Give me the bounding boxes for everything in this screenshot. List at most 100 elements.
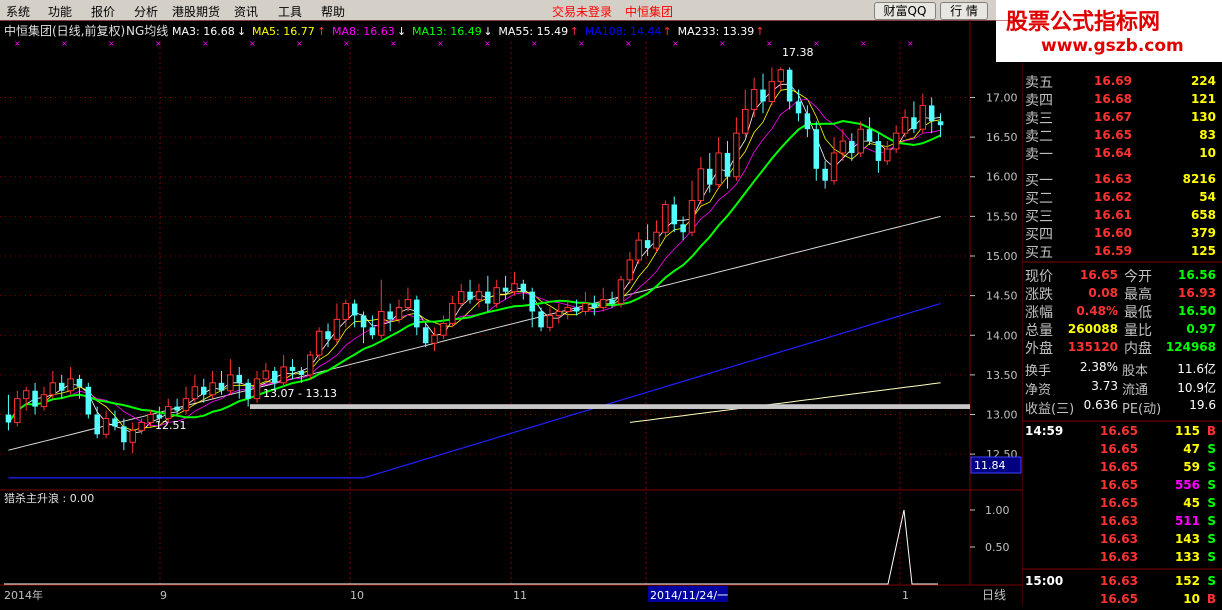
candle-body bbox=[653, 231, 660, 249]
candle-body bbox=[414, 299, 420, 328]
candle-body bbox=[395, 307, 403, 320]
candle-body bbox=[671, 204, 677, 225]
candle-body bbox=[786, 69, 793, 102]
candle-body bbox=[422, 327, 429, 344]
menu-help[interactable]: 帮助 bbox=[321, 3, 345, 20]
candle-body bbox=[387, 311, 393, 320]
menu-quote[interactable]: 报价 bbox=[91, 3, 115, 20]
buy-level: 买一 16.63 8216 bbox=[1022, 170, 1222, 189]
xlabel-1: 1 bbox=[902, 589, 909, 602]
stat-value: 0.08 bbox=[1088, 286, 1118, 300]
candle-body bbox=[475, 291, 483, 301]
candle-body bbox=[849, 141, 855, 153]
candle-body bbox=[875, 141, 882, 161]
tick-price: 16.63 bbox=[1100, 574, 1138, 588]
tick-volume: 133 bbox=[1174, 550, 1200, 564]
candle-body bbox=[182, 398, 190, 412]
tick-time: 14:59 bbox=[1025, 424, 1064, 438]
candle-body bbox=[218, 382, 225, 391]
order-volume: 54 bbox=[1199, 190, 1216, 204]
stat-value: 16.65 bbox=[1080, 268, 1118, 282]
candle-body bbox=[315, 330, 323, 356]
stat-value: 0.48% bbox=[1076, 304, 1118, 318]
stat-value: 124968 bbox=[1165, 340, 1216, 354]
candle-body bbox=[760, 89, 766, 102]
order-price: 16.61 bbox=[1094, 208, 1132, 222]
menu-analysis[interactable]: 分析 bbox=[134, 3, 158, 20]
tick-price: 16.63 bbox=[1100, 550, 1138, 564]
menu-tools[interactable]: 工具 bbox=[278, 3, 302, 20]
signal-marker: × bbox=[390, 39, 397, 48]
caifu-qq-button[interactable]: 财富QQ bbox=[874, 2, 936, 20]
tick-row: 16.65 556 S bbox=[1022, 478, 1222, 496]
order-price: 16.59 bbox=[1094, 244, 1132, 258]
stat-value: 16.50 bbox=[1178, 304, 1216, 318]
signal-marker: × bbox=[202, 39, 209, 48]
candle-body bbox=[5, 414, 12, 423]
order-price: 16.68 bbox=[1094, 92, 1132, 106]
order-price: 16.67 bbox=[1094, 110, 1132, 124]
fundamental-value: 11.6亿 bbox=[1177, 362, 1216, 376]
ma-trend-arrow: ↓ bbox=[483, 25, 492, 38]
ma-trend-arrow: ↑ bbox=[317, 25, 326, 38]
tick-row: 16.65 47 S bbox=[1022, 442, 1222, 460]
brand-watermark: 股票公式指标网 www.gszb.com bbox=[996, 0, 1222, 62]
order-price: 16.69 bbox=[1094, 74, 1132, 88]
menu-news[interactable]: 资讯 bbox=[234, 3, 258, 20]
stat-row: 涨幅 0.48% 最低 16.50 bbox=[1022, 302, 1222, 321]
candle-body bbox=[919, 104, 927, 130]
buy-level: 买二 16.62 54 bbox=[1022, 188, 1222, 207]
tick-side: S bbox=[1207, 550, 1216, 564]
signal-marker: × bbox=[249, 39, 256, 48]
candle-body bbox=[688, 200, 696, 233]
fundamental-label: PE(动) bbox=[1122, 402, 1162, 417]
tick-side: B bbox=[1206, 592, 1216, 606]
low-annotation: 12.51 bbox=[155, 419, 187, 432]
fundamental-value: 2.38% bbox=[1079, 360, 1118, 374]
signal-marker: × bbox=[484, 39, 491, 48]
candle-body bbox=[662, 203, 669, 233]
candle-body bbox=[22, 390, 30, 400]
candle-body bbox=[457, 291, 465, 305]
fundamental-value: 0.636 bbox=[1083, 398, 1118, 412]
chart-title: 中恒集团(日线,前复权) bbox=[4, 23, 125, 38]
login-status[interactable]: 交易未登录 bbox=[552, 3, 612, 20]
order-price: 16.63 bbox=[1094, 172, 1132, 186]
ma-legend-item: MA13: 16.49 bbox=[412, 25, 482, 38]
price-tick-label: 16.50 bbox=[986, 131, 1018, 144]
candle-body bbox=[857, 128, 864, 154]
tick-side: S bbox=[1207, 460, 1216, 474]
market-button[interactable]: 行 情 bbox=[940, 2, 988, 20]
tick-time: 15:00 bbox=[1025, 574, 1064, 588]
indicator-panel bbox=[4, 509, 975, 585]
tick-row: 16.63 133 S bbox=[1022, 550, 1222, 568]
period-label[interactable]: 日线 bbox=[982, 588, 1006, 602]
ma-legend-item: MA55: 15.49 bbox=[498, 25, 568, 38]
stat-value: 260088 bbox=[1067, 322, 1118, 336]
brand-title: 股票公式指标网 bbox=[1006, 10, 1161, 35]
stat-row: 现价 16.65 今开 16.56 bbox=[1022, 266, 1222, 285]
ma108-line bbox=[8, 303, 941, 479]
sell-level: 卖一 16.64 10 bbox=[1022, 144, 1222, 163]
kline-chart-area[interactable]: × × × × × × × × × × × × × × × × × × × × 17.00 16.50 16.00 15.5… bbox=[0, 19, 1022, 605]
buy-level: 买四 16.60 379 bbox=[1022, 224, 1222, 243]
ma-legend-item: MA233: 13.39 bbox=[678, 25, 755, 38]
candle-body bbox=[174, 406, 180, 411]
candle-body bbox=[635, 239, 642, 261]
signal-marker: × bbox=[155, 39, 162, 48]
high-annotation: 17.38 bbox=[782, 46, 814, 59]
signal-marker: × bbox=[860, 39, 867, 48]
candle-body bbox=[555, 310, 563, 316]
menu-system[interactable]: 系统 bbox=[6, 3, 30, 20]
order-label: 买四 bbox=[1025, 227, 1053, 243]
signal-marker: × bbox=[531, 39, 538, 48]
candle-body bbox=[333, 318, 341, 340]
price-tick-label: 13.00 bbox=[986, 409, 1018, 422]
indicator-line bbox=[4, 509, 938, 585]
stat-row: 涨跌 0.08 最高 16.93 bbox=[1022, 284, 1222, 303]
kline-chart[interactable]: × × × × × × × × × × × × × × × × × × × × 17.00 16.50 16.00 15.5… bbox=[0, 19, 1022, 605]
menu-hk-futures[interactable]: 港股期货 bbox=[172, 3, 220, 20]
ma-trend-arrow: ↑ bbox=[755, 25, 764, 38]
xlabel-11: 11 bbox=[513, 589, 527, 602]
menu-function[interactable]: 功能 bbox=[48, 3, 72, 20]
